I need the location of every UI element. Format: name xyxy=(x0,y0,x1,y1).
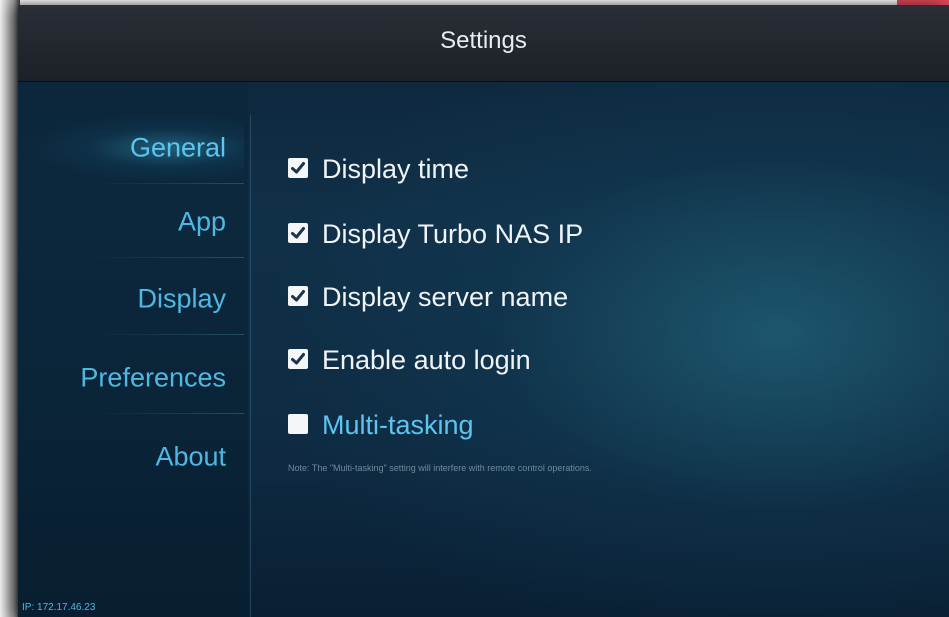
page-title: Settings xyxy=(440,27,527,54)
option-label: Display server name xyxy=(322,282,569,312)
sidebar-item-display[interactable]: Display xyxy=(18,263,244,335)
sidebar-divider xyxy=(88,334,244,335)
checkbox-checked-icon[interactable] xyxy=(288,223,308,243)
checkbox-unchecked-icon[interactable] xyxy=(288,414,308,434)
page: Settings General App Display Preferences… xyxy=(0,0,949,617)
option-display-time[interactable]: Display time xyxy=(288,151,888,187)
sidebar-item-app[interactable]: App xyxy=(18,186,244,258)
checkbox-checked-icon[interactable] xyxy=(288,286,308,306)
sidebar-item-label: Display xyxy=(137,283,226,314)
sidebar-item-label: General xyxy=(129,132,226,163)
option-multi-tasking[interactable]: Multi-tasking xyxy=(288,407,888,443)
option-label: Display Turbo NAS IP xyxy=(322,219,584,249)
option-display-turbo-nas-ip[interactable]: Display Turbo NAS IP xyxy=(288,216,888,252)
ip-address: IP: 172.17.46.23 xyxy=(22,602,96,613)
sidebar-divider xyxy=(88,413,244,414)
option-label: Multi-tasking xyxy=(322,410,474,440)
sidebar: General App Display Preferences About xyxy=(18,82,248,617)
sidebar-divider xyxy=(88,183,244,184)
multi-tasking-note: Note: The "Multi-tasking" setting will i… xyxy=(288,463,592,473)
sidebar-item-label: About xyxy=(155,441,226,472)
sidebar-item-label: Preferences xyxy=(80,362,226,393)
sidebar-border xyxy=(250,115,251,617)
option-display-server-name[interactable]: Display server name xyxy=(288,279,888,315)
checkbox-checked-icon[interactable] xyxy=(288,158,308,178)
sidebar-item-preferences[interactable]: Preferences xyxy=(18,342,244,414)
option-label: Enable auto login xyxy=(322,345,531,375)
sidebar-item-general[interactable]: General xyxy=(18,112,244,184)
left-edge-shadow xyxy=(0,0,20,617)
title-bar: Settings xyxy=(18,5,949,82)
sidebar-item-about[interactable]: About xyxy=(18,421,244,493)
settings-screen: Settings General App Display Preferences… xyxy=(18,5,949,617)
checkbox-checked-icon[interactable] xyxy=(288,349,308,369)
option-enable-auto-login[interactable]: Enable auto login xyxy=(288,342,888,378)
sidebar-divider xyxy=(88,257,244,258)
sidebar-item-label: App xyxy=(177,206,226,237)
option-label: Display time xyxy=(322,154,470,184)
